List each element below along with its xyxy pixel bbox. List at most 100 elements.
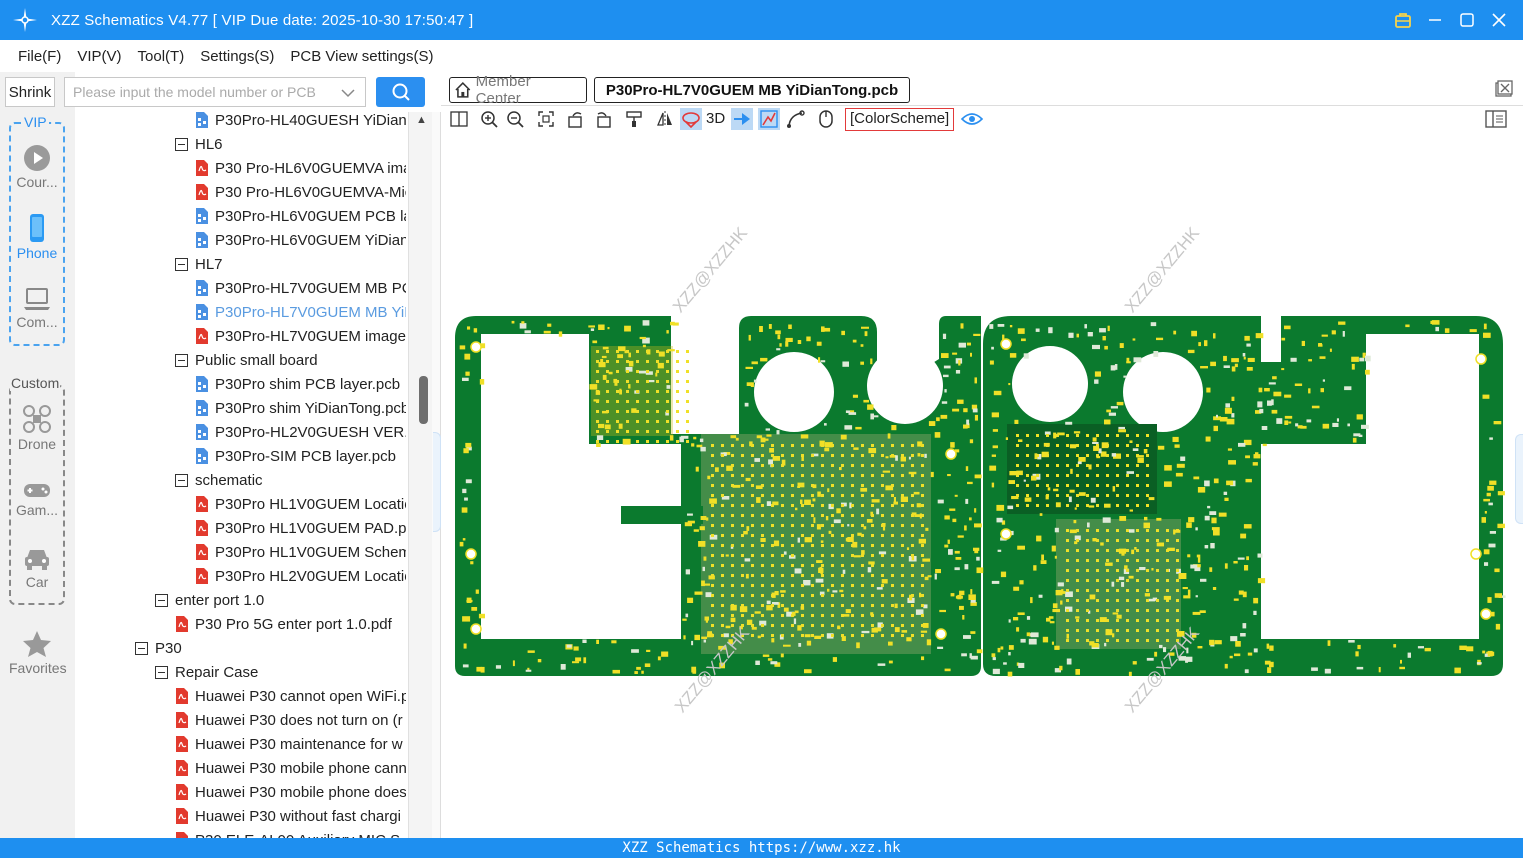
bga-pad [801, 504, 804, 507]
menu-vip[interactable]: VIP(V) [77, 48, 121, 65]
view-3d-button[interactable]: 3D [706, 110, 725, 127]
tree-file-item[interactable]: P30Pro-HL6V0GUEM YiDianT [195, 228, 406, 252]
sidebar-item-courses[interactable]: Cour... [9, 144, 65, 190]
component-pad [795, 507, 798, 511]
tree-folder[interactable]: Public small board [175, 348, 318, 372]
menu-pcb-view-settings[interactable]: PCB View settings(S) [290, 48, 433, 65]
rotate-right-icon[interactable] [592, 108, 614, 130]
tree-file-item[interactable]: P30Pro-HL6V0GUEM PCB lay [195, 204, 406, 228]
tree-file-item[interactable]: P30Pro HL1V0GUEM Locatio [195, 492, 406, 516]
minimize-button[interactable] [1423, 8, 1447, 32]
trace-icon[interactable] [785, 108, 807, 130]
sidebar-item-drone[interactable]: Drone [9, 404, 65, 452]
tree-file-item[interactable]: P30Pro-HL7V0GUEM MB PCI [195, 276, 406, 300]
component-pad [934, 432, 941, 438]
eye-icon[interactable] [961, 108, 983, 130]
tree-file-item[interactable]: P30Pro-HL40GUESH YiDianT [195, 112, 406, 132]
menu-tool[interactable]: Tool(T) [138, 48, 185, 65]
tree-file-item[interactable]: Huawei P30 mobile phone cann [175, 756, 406, 780]
panel-splitter[interactable] [432, 112, 441, 838]
close-tab-icon[interactable] [1495, 80, 1513, 98]
sidebar-item-phone[interactable]: Phone [9, 213, 65, 261]
scroll-up-icon[interactable]: ▲ [416, 114, 427, 126]
shrink-button[interactable]: Shrink [5, 77, 55, 107]
rotate-left-icon[interactable] [565, 108, 587, 130]
chevron-down-icon[interactable] [341, 88, 355, 98]
scrollbar-thumb[interactable] [419, 376, 428, 424]
component-pad [691, 443, 695, 447]
tree-folder[interactable]: enter port 1.0 [155, 588, 264, 612]
bga-pad [1086, 559, 1089, 562]
component-pad [1393, 644, 1397, 648]
sidebar-item-favorites[interactable]: Favorites [9, 630, 67, 676]
tree-file-item[interactable]: Huawei P30 maintenance for w [175, 732, 403, 756]
sidebar-item-computer[interactable]: Com... [9, 286, 65, 330]
tree-folder[interactable]: schematic [175, 468, 263, 492]
bga-pad [1136, 569, 1139, 572]
bga-pad [711, 464, 714, 467]
maximize-button[interactable] [1455, 8, 1479, 32]
bga-pad [1046, 444, 1049, 447]
fit-view-icon[interactable] [535, 108, 557, 130]
tree-file-item[interactable]: Huawei P30 mobile phone does [175, 780, 406, 804]
search-button[interactable] [376, 77, 425, 107]
bga-pad [676, 420, 679, 423]
tree-folder[interactable]: HL6 [175, 132, 223, 156]
tree-file-item[interactable]: P30 Pro-HL6V0GUEMVA-Mic [195, 180, 406, 204]
tree-file-item[interactable]: Huawei P30 does not turn on (r [175, 708, 403, 732]
side-flip-icon[interactable] [680, 108, 702, 130]
tree-file-item[interactable]: Huawei P30 without fast chargi [175, 804, 401, 828]
collapse-right-handle[interactable] [1515, 434, 1523, 524]
close-button[interactable] [1487, 8, 1511, 32]
net-highlight-icon[interactable] [758, 108, 780, 130]
color-scheme-button[interactable]: [ColorScheme] [845, 108, 955, 131]
tree-file-item[interactable]: Huawei P30 cannot open WiFi.p [175, 684, 406, 708]
tree-scrollbar[interactable]: ▲ [408, 112, 432, 838]
mirror-icon[interactable] [654, 108, 676, 130]
pin-arrow-icon[interactable] [731, 108, 753, 130]
tree-file-item[interactable]: P30Pro-SIM PCB layer.pcb [195, 444, 396, 468]
tree-file-item[interactable]: P30Pro-HL2V0GUESH VER.D [195, 420, 406, 444]
tree-file-item[interactable]: P30Pro shim YiDianTong.pcb [195, 396, 406, 420]
menu-settings[interactable]: Settings(S) [200, 48, 274, 65]
component-pad [756, 497, 761, 503]
menu-file[interactable]: File(F) [18, 48, 61, 65]
tree-file-item[interactable]: P30 Pro-HL6V0GUEMVA ima [195, 156, 406, 180]
bga-pad [1076, 599, 1079, 602]
tree-file-item[interactable]: P30Pro HL1V0GUEM PAD.pd [195, 516, 406, 540]
tree-file-item[interactable]: P30Pro-HL7V0GUEM image.p [195, 324, 406, 348]
tree-file-item[interactable]: P30Pro HL2V0GUEM Locatio [195, 564, 406, 588]
tree-file-item[interactable]: P30 ELE-AL00 Auxiliary MIC S [175, 828, 400, 838]
component-pad [1356, 666, 1364, 670]
pcb-canvas[interactable]: XZZ@XZZHK XZZ@XZZHK XZZ@XZZHK XZZ@XZZHK [441, 134, 1523, 838]
panel-toggle-icon[interactable] [1485, 108, 1507, 130]
tree-folder[interactable]: P30 [135, 636, 182, 660]
bga-pad [751, 614, 754, 617]
sidebar-item-games[interactable]: Gam... [9, 480, 65, 518]
screw-hole [1470, 548, 1482, 560]
zoom-in-icon[interactable] [478, 108, 500, 130]
bga-pad [1076, 454, 1079, 457]
tree-file-item[interactable]: P30 Pro 5G enter port 1.0.pdf [175, 612, 392, 636]
component-pad [1040, 560, 1047, 564]
tree-folder[interactable]: HL7 [175, 252, 223, 276]
pcb-board-view[interactable] [441, 134, 1523, 838]
tree-file-item[interactable]: P30Pro HL1V0GUEM Schema [195, 540, 406, 564]
component-pad [876, 508, 880, 515]
tree-folder[interactable]: Repair Case [155, 660, 258, 684]
mouse-icon[interactable] [815, 108, 837, 130]
tree-file-item[interactable]: P30Pro-HL7V0GUEM MB YiD [195, 300, 406, 324]
tab-member-center[interactable]: Member Center [449, 73, 587, 107]
zoom-out-icon[interactable] [504, 108, 526, 130]
tab-active-pcb[interactable]: P30Pro-HL7V0GUEM MB YiDianTong.pcb [594, 77, 910, 103]
brush-icon[interactable] [623, 108, 645, 130]
sidebar-item-car[interactable]: Car [9, 546, 65, 590]
vip-bag-icon[interactable] [1391, 8, 1415, 32]
tree-file-item[interactable]: P30Pro shim PCB layer.pcb [195, 372, 400, 396]
bga-pad [1116, 464, 1119, 467]
bga-pad [1156, 559, 1159, 562]
bga-pad [851, 484, 854, 487]
search-input[interactable] [73, 84, 333, 100]
collapse-left-handle[interactable] [433, 432, 441, 532]
split-view-icon[interactable] [448, 108, 470, 130]
